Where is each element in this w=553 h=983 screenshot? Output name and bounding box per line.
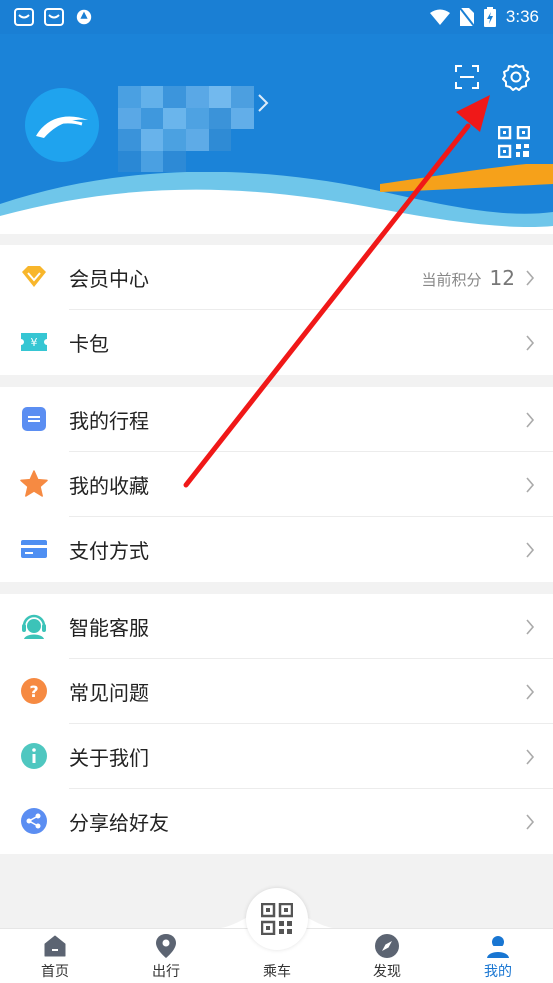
tab-mine-label: 我的 [484, 964, 512, 980]
app-notification-icon [76, 9, 92, 25]
tab-ride-label: 乘车 [263, 964, 291, 980]
chevron-right-icon [526, 814, 535, 830]
scan-button[interactable] [452, 62, 482, 92]
chevron-right-icon [258, 94, 269, 112]
payment-method-row[interactable]: 支付方式 [0, 517, 553, 582]
ride-qr-button[interactable] [246, 888, 308, 950]
member-group: 会员中心 当前积分 12 ¥ 卡包 [0, 245, 553, 375]
ticket-icon: ¥ [20, 328, 48, 356]
about-us-row[interactable]: 关于我们 [0, 724, 553, 789]
chevron-right-icon [526, 477, 535, 493]
header-wave [0, 164, 553, 234]
card-pack-row[interactable]: ¥ 卡包 [0, 310, 553, 375]
points-display: 当前积分 12 [422, 266, 515, 290]
chevron-right-icon [526, 335, 535, 351]
member-center-row[interactable]: 会员中心 当前积分 12 [0, 245, 553, 310]
status-time: 3:36 [505, 7, 539, 26]
tab-home[interactable]: 首页 [15, 929, 95, 983]
chevron-right-icon [526, 270, 535, 286]
customer-service-row[interactable]: 智能客服 [0, 594, 553, 659]
share-row[interactable]: 分享给好友 [0, 789, 553, 854]
diamond-icon [20, 263, 48, 291]
tab-home-label: 首页 [41, 964, 69, 980]
avatar[interactable] [25, 88, 99, 162]
wifi-icon [429, 9, 450, 25]
payment-card-icon [20, 535, 48, 563]
help-group: 智能客服 ? 常见问题 关于我们 分享给好友 [0, 594, 553, 854]
share-label: 分享给好友 [69, 811, 169, 835]
location-pin-icon [153, 933, 179, 959]
chevron-right-icon [526, 412, 535, 428]
scan-icon [455, 65, 479, 89]
svg-text:¥: ¥ [31, 336, 38, 349]
question-icon: ? [20, 677, 48, 705]
member-center-label: 会员中心 [69, 267, 149, 291]
my-favorites-row[interactable]: 我的收藏 [0, 452, 553, 517]
my-itinerary-row[interactable]: 我的行程 [0, 387, 553, 452]
status-bar: 3:36 [0, 0, 553, 34]
app-logo-icon [36, 116, 88, 138]
my-itinerary-label: 我的行程 [69, 409, 149, 433]
customer-service-icon [20, 612, 48, 640]
chevron-right-icon [526, 542, 535, 558]
payment-method-label: 支付方式 [69, 539, 149, 563]
info-icon [20, 742, 48, 770]
qr-code-button[interactable] [497, 125, 531, 159]
chevron-right-icon [526, 749, 535, 765]
star-icon [20, 470, 48, 498]
no-sim-icon [459, 8, 474, 26]
compass-icon [374, 933, 400, 959]
home-icon [42, 933, 68, 959]
settings-button[interactable] [500, 62, 532, 92]
tab-mine[interactable]: 我的 [458, 929, 538, 983]
svg-text:?: ? [29, 682, 38, 701]
customer-service-label: 智能客服 [69, 616, 149, 640]
tab-discover[interactable]: 发现 [347, 929, 427, 983]
battery-icon [483, 7, 496, 27]
faq-label: 常见问题 [69, 681, 149, 705]
tab-discover-label: 发现 [373, 964, 401, 980]
profile-header [0, 34, 553, 234]
tab-travel[interactable]: 出行 [126, 929, 206, 983]
profile-icon [485, 933, 511, 959]
points-label: 当前积分 [421, 270, 482, 289]
qr-code-icon [498, 126, 530, 158]
notification-icon [14, 8, 34, 26]
itinerary-icon [20, 405, 48, 433]
points-value: 12 [489, 265, 515, 290]
card-pack-label: 卡包 [69, 332, 109, 356]
qr-code-icon [261, 903, 293, 935]
chevron-right-icon [526, 619, 535, 635]
trip-group: 我的行程 我的收藏 支付方式 [0, 387, 553, 582]
gear-icon [502, 64, 530, 91]
username-redacted[interactable] [118, 86, 254, 172]
share-icon [20, 807, 48, 835]
about-us-label: 关于我们 [69, 746, 149, 770]
chevron-right-icon [526, 684, 535, 700]
tab-travel-label: 出行 [152, 964, 180, 980]
my-favorites-label: 我的收藏 [69, 474, 149, 498]
notification-icon [44, 8, 64, 26]
faq-row[interactable]: ? 常见问题 [0, 659, 553, 724]
